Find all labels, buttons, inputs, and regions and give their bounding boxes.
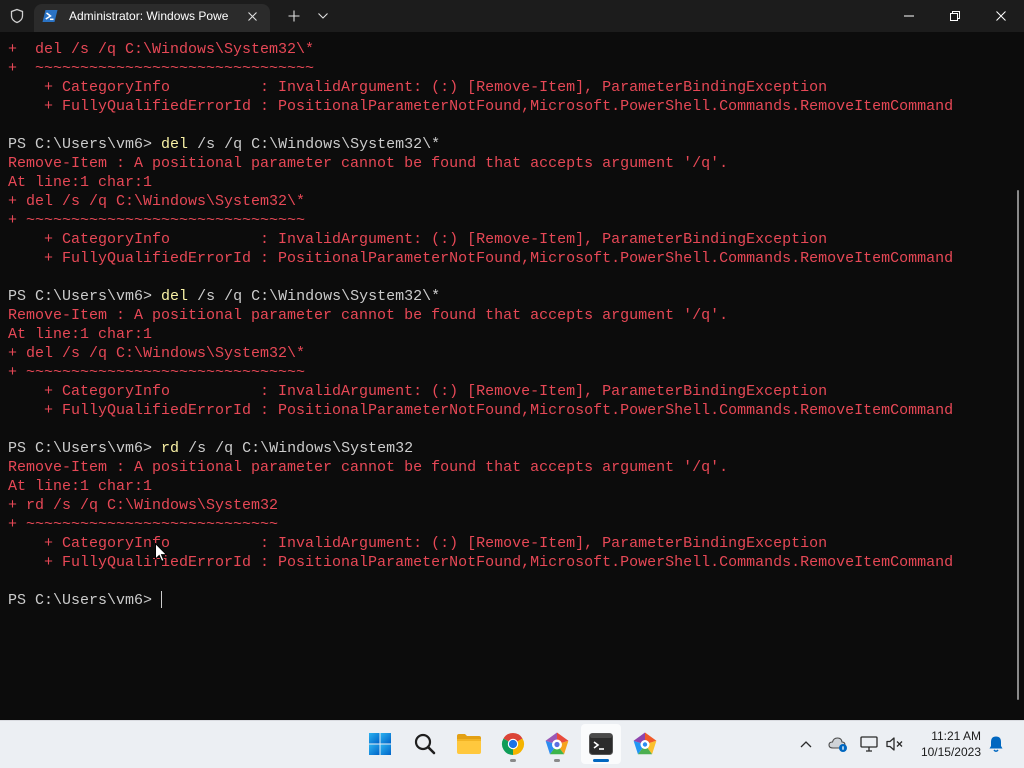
pentagon-app-icon-2 [633, 732, 657, 755]
error-underline: + ~~~~~~~~~~~~~~~~~~~~~~~~~~~~~~~ [8, 364, 306, 381]
running-indicator [510, 759, 516, 762]
error-message-line: Remove-Item : A positional parameter can… [8, 307, 729, 324]
error-fully-qualified-id: + FullyQualifiedErrorId : PositionalPara… [8, 554, 954, 571]
pentagon-app-button-2[interactable] [625, 724, 665, 764]
prompt: PS C:\Users\vm6> [8, 136, 153, 153]
notification-bell-icon [989, 736, 1003, 752]
pentagon-app-button[interactable] [537, 724, 577, 764]
active-indicator [593, 759, 609, 762]
clock-date: 10/15/2023 [920, 745, 981, 759]
chevron-up-icon [800, 741, 812, 748]
chrome-icon [501, 732, 525, 755]
notifications-button[interactable] [984, 724, 1008, 764]
terminal-pane[interactable]: + del /s /q C:\Windows\System32\* + ~~~~… [0, 32, 1024, 720]
error-position-line: At line:1 char:1 [8, 478, 153, 495]
windows-terminal-icon [589, 733, 613, 755]
current-prompt-line[interactable]: PS C:\Users\vm6> [8, 591, 953, 610]
command-name: del [161, 288, 189, 305]
error-underline: + ~~~~~~~~~~~~~~~~~~~~~~~~~~~~~~~ [8, 212, 306, 229]
scrollbar[interactable] [1012, 32, 1024, 720]
new-tab-dropdown-button[interactable] [311, 4, 335, 28]
error-position-line: At line:1 char:1 [8, 326, 153, 343]
clock-time: 11:21 AM [931, 729, 981, 743]
command-args: /s /q C:\Windows\System32\* [197, 136, 441, 153]
error-fully-qualified-id: + FullyQualifiedErrorId : PositionalPara… [8, 98, 954, 115]
error-command-echo: + del /s /q C:\Windows\System32\* [8, 193, 306, 210]
command-line: PS C:\Users\vm6> del /s /q C:\Windows\Sy… [8, 287, 953, 306]
cloud-icon [828, 737, 847, 752]
pentagon-app-icon [545, 732, 569, 755]
text-cursor [161, 591, 163, 608]
clock-button[interactable]: 11:21 AM 10/15/2023 [901, 721, 981, 767]
error-command-echo: + del /s /q C:\Windows\System32\* [8, 345, 306, 362]
mouse-pointer-icon [155, 543, 168, 562]
tab-powershell[interactable]: Administrator: Windows Powe [34, 4, 270, 32]
command-args: /s /q C:\Windows\System32\* [197, 288, 441, 305]
prompt: PS C:\Users\vm6> [8, 288, 153, 305]
command-name: rd [161, 440, 180, 457]
powershell-icon [42, 8, 58, 24]
scrollbar-thumb[interactable] [1017, 190, 1019, 700]
error-category-info: + CategoryInfo : InvalidArgument: (:) [R… [8, 383, 828, 400]
prompt: PS C:\Users\vm6> [8, 440, 153, 457]
prompt: PS C:\Users\vm6> [8, 592, 153, 609]
minimize-button[interactable] [886, 0, 932, 32]
network-icon [860, 736, 878, 752]
error-fully-qualified-id: + FullyQualifiedErrorId : PositionalPara… [8, 250, 954, 267]
search-button[interactable] [405, 724, 445, 764]
close-icon [996, 11, 1006, 21]
error-command-echo: + rd /s /q C:\Windows\System32 [8, 497, 279, 514]
tab-close-button[interactable] [242, 6, 262, 26]
chevron-down-icon [318, 13, 328, 19]
new-tab-button[interactable] [280, 4, 308, 28]
terminal-output: + del /s /q C:\Windows\System32\* + ~~~~… [8, 40, 953, 610]
windows-terminal-button[interactable] [581, 724, 621, 764]
shield-icon [7, 6, 27, 26]
tab-title: Administrator: Windows Powe [69, 9, 229, 23]
taskbar: 11:21 AM 10/15/2023 [0, 720, 1024, 768]
minimize-icon [904, 15, 914, 17]
command-name: del [161, 136, 189, 153]
error-category-info: + CategoryInfo : InvalidArgument: (:) [R… [8, 79, 828, 96]
restore-icon [950, 11, 960, 21]
windows-start-icon [369, 733, 391, 755]
chrome-button[interactable] [493, 724, 533, 764]
running-indicator [554, 759, 560, 762]
file-explorer-icon [457, 734, 481, 754]
command-line: PS C:\Users\vm6> rd /s /q C:\Windows\Sys… [8, 439, 953, 458]
close-icon [247, 11, 257, 21]
error-position-line: At line:1 char:1 [8, 174, 153, 191]
start-button[interactable] [360, 724, 400, 764]
onedrive-button[interactable] [824, 724, 852, 764]
error-message-line: Remove-Item : A positional parameter can… [8, 459, 729, 476]
command-line: PS C:\Users\vm6> del /s /q C:\Windows\Sy… [8, 135, 953, 154]
restore-button[interactable] [932, 0, 978, 32]
close-window-button[interactable] [978, 0, 1024, 32]
error-category-info: + CategoryInfo : InvalidArgument: (:) [R… [8, 535, 828, 552]
show-hidden-icons-button[interactable] [794, 724, 818, 764]
command-args: /s /q C:\Windows\System32 [188, 440, 414, 457]
error-fully-qualified-id: + FullyQualifiedErrorId : PositionalPara… [8, 402, 954, 419]
plus-icon [288, 10, 300, 22]
file-explorer-button[interactable] [449, 724, 489, 764]
error-category-info: + CategoryInfo : InvalidArgument: (:) [R… [8, 231, 828, 248]
title-bar[interactable]: Administrator: Windows Powe [0, 0, 1024, 32]
error-message-line: Remove-Item : A positional parameter can… [8, 155, 729, 172]
error-underline: + ~~~~~~~~~~~~~~~~~~~~~~~~~~~~ [8, 516, 279, 533]
error-command-echo: + del /s /q C:\Windows\System32\* [8, 41, 315, 58]
search-icon [414, 733, 436, 755]
error-underline: + ~~~~~~~~~~~~~~~~~~~~~~~~~~~~~~~ [8, 60, 315, 77]
